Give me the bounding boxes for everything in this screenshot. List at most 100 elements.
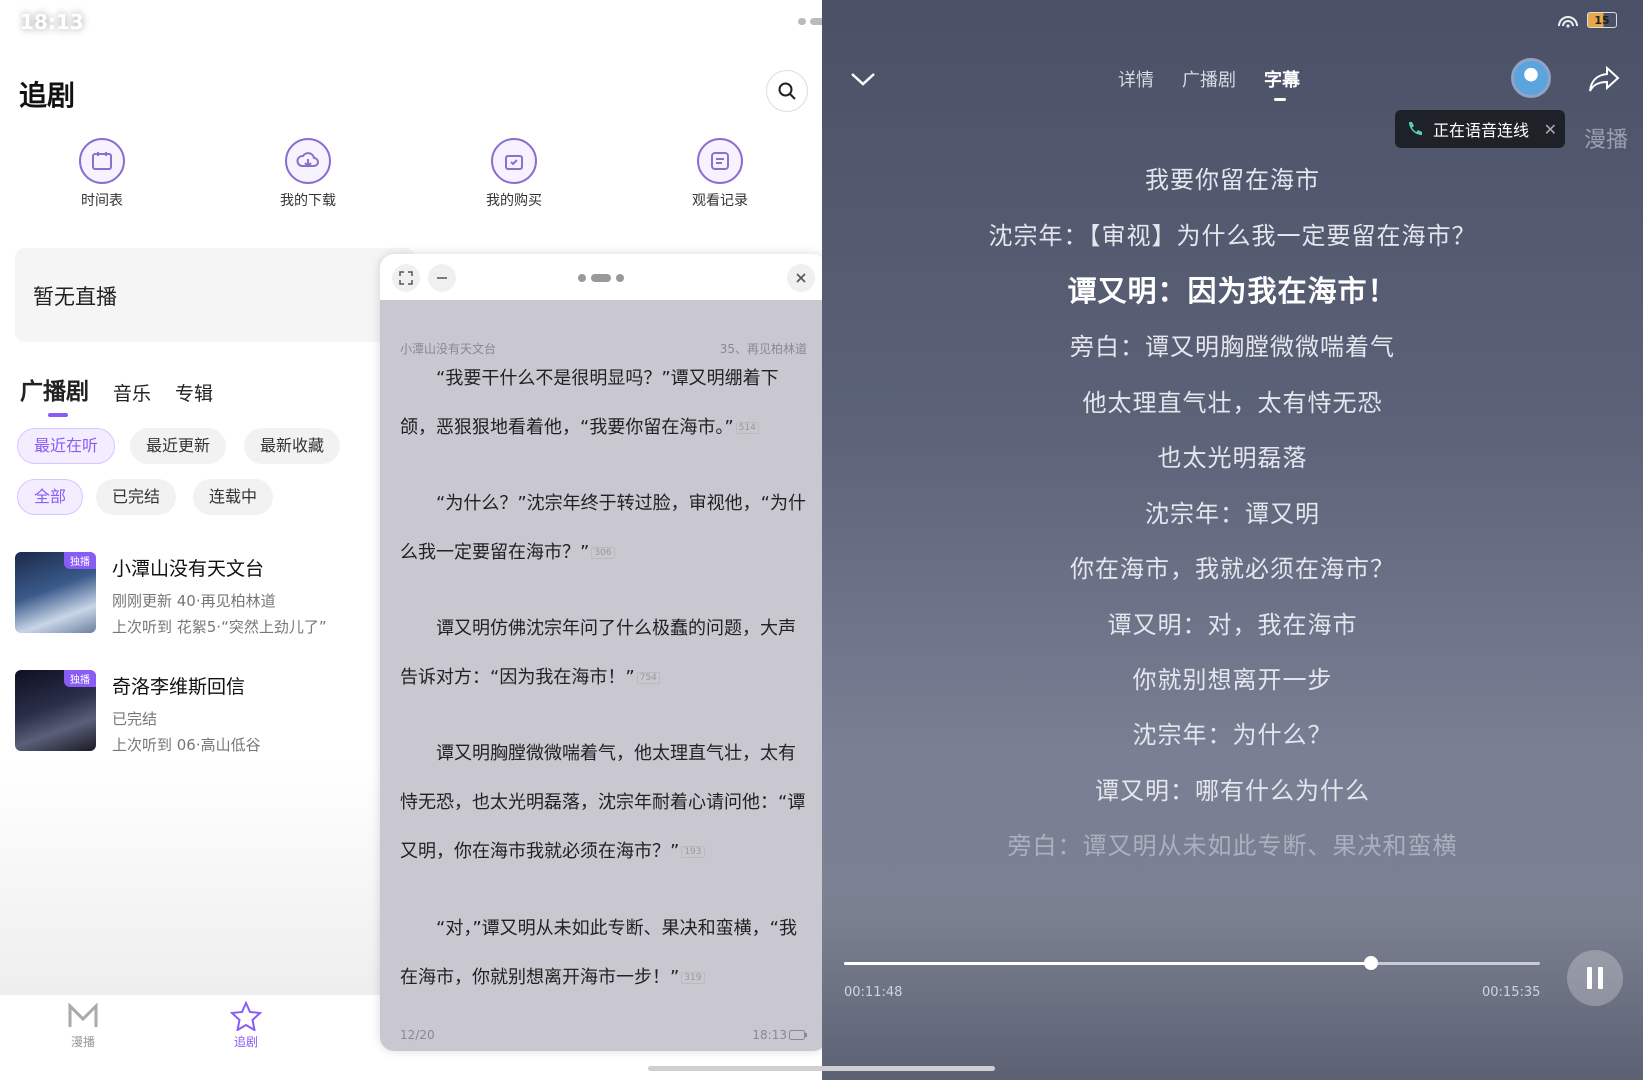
tab-radio-drama[interactable]: 广播剧 (20, 372, 89, 417)
battery-level: 15 (1587, 12, 1617, 28)
calendar-icon (79, 138, 125, 184)
page-title: 追剧 (19, 79, 76, 112)
comment-count[interactable]: 514 (735, 421, 759, 434)
lyric-line[interactable]: 你就别想离开一步 (822, 660, 1643, 695)
chip-recent-update[interactable]: 最近更新 (130, 428, 227, 464)
progress-fill (844, 962, 1371, 965)
tab-details[interactable]: 详情 (1118, 66, 1154, 92)
nav-label: 追剧 (233, 1035, 258, 1049)
shortcut-label: 观看记录 (692, 193, 748, 209)
chip-completed[interactable]: 已完结 (96, 479, 177, 515)
progress-handle[interactable] (1363, 956, 1378, 970)
item-subtitle: 已完结 (112, 710, 158, 728)
reader-paragraph[interactable]: “我要干什么不是很明显吗？”谭又明绷着下颌，恶狠狠地看着他，“我要你留在海市。”… (400, 354, 810, 453)
shortcut-history[interactable]: 观看记录 (660, 138, 780, 210)
lyric-line[interactable]: 沈宗年：谭又明 (822, 494, 1643, 529)
lyric-line[interactable]: 沈宗年：为什么？ (822, 715, 1643, 750)
nav-label: 漫播 (70, 1035, 95, 1049)
tab-music[interactable]: 音乐 (113, 379, 151, 406)
shortcut-label: 我的下载 (280, 193, 336, 209)
lyric-line-current[interactable]: 谭又明：因为我在海市！ (822, 268, 1643, 310)
window-drag-handle[interactable] (578, 274, 624, 282)
lyric-line[interactable]: 旁白：谭又明胸膛微微喘着气 (822, 327, 1643, 362)
battery-icon (789, 1030, 807, 1040)
chip-recent-listen[interactable]: 最近在听 (17, 428, 116, 464)
cover-image: 独播 (15, 552, 96, 633)
comment-count[interactable]: 319 (681, 971, 705, 984)
call-status-text: 正在语音连线 (1433, 121, 1530, 140)
floating-window-bar (380, 254, 827, 300)
voice-call-pill[interactable]: 正在语音连线 ✕ (1395, 110, 1565, 148)
item-title: 小潭山没有天文台 (112, 558, 265, 580)
list-item[interactable]: 独播 小潭山没有天文台 刚刚更新 40·再见柏林道 上次听到 花絮5·“突然上劲… (15, 552, 415, 636)
manbo-logo-icon (66, 1001, 100, 1031)
player-pane: 15 详情 广播剧 字幕 正在语音连线 ✕ 漫播 我要你留在海市 沈宗年：【审视… (822, 0, 1643, 1080)
chip-newest-favorite[interactable]: 最新收藏 (244, 428, 341, 464)
expand-icon (399, 271, 413, 285)
phone-icon (1409, 122, 1422, 135)
list-item[interactable]: 独播 奇洛李维斯回信 已完结 上次听到 06·高山低谷 (15, 670, 415, 754)
fullscreen-button[interactable] (392, 264, 420, 292)
history-icon (697, 138, 743, 184)
item-title: 奇洛李维斯回信 (112, 676, 246, 698)
chevron-down-icon[interactable] (846, 62, 880, 96)
time-total: 00:15:35 (1482, 985, 1541, 1000)
live-card[interactable]: 暂无直播 (15, 248, 415, 342)
player-tabs: 详情 广播剧 字幕 (1118, 66, 1300, 101)
nav-manbo[interactable]: 漫播 (53, 1001, 113, 1050)
lyric-line[interactable]: 我要你留在海市 (822, 160, 1643, 195)
lyric-line[interactable]: 旁白：谭又明从未如此专断、果决和蛮横 (822, 826, 1643, 861)
cover-image: 独播 (15, 670, 96, 751)
lyric-line[interactable]: 沈宗年：【审视】为什么我一定要留在海市？ (822, 216, 1643, 251)
close-button[interactable] (787, 264, 815, 292)
item-subtitle: 刚刚更新 40·再见柏林道 (112, 592, 276, 610)
download-icon (285, 138, 331, 184)
lyric-line[interactable]: 你在海市，我就必须在海市？ (822, 549, 1643, 584)
nav-follow[interactable]: 追剧 (216, 1001, 276, 1050)
shortcut-downloads[interactable]: 我的下载 (248, 138, 368, 210)
comment-count[interactable]: 306 (591, 546, 615, 559)
reader-paragraph[interactable]: “对，”谭又明从未如此专断、果决和蛮横，“我在海市，你就别想离开海市一步！” 31… (400, 904, 810, 1003)
close-icon (796, 273, 806, 283)
progress-bar[interactable] (844, 956, 1540, 970)
close-icon[interactable]: ✕ (1544, 120, 1557, 139)
page-indicator: 12/20 (400, 1028, 435, 1042)
lyric-line[interactable]: 谭又明：对，我在海市 (822, 605, 1643, 640)
comment-count[interactable]: 754 (636, 671, 660, 684)
exclusive-badge: 独播 (64, 552, 96, 569)
reader-clock: 18:13 (752, 1028, 787, 1042)
category-tabs: 广播剧 音乐 专辑 (20, 372, 213, 417)
minimize-button[interactable] (428, 264, 456, 292)
share-icon[interactable] (1587, 64, 1621, 94)
reader-paragraph[interactable]: 谭又明仿佛沈宗年问了什么极蠢的问题，大声告诉对方：“因为我在海市！” 754 (400, 604, 810, 703)
tab-subtitles[interactable]: 字幕 (1264, 66, 1300, 101)
reader-paragraph[interactable]: “为什么？”沈宗年终于转过脸，审视他，“为什么我一定要留在海市？” 306 (400, 479, 810, 578)
lyric-line[interactable]: 谭又明：哪有什么为什么 (822, 771, 1643, 806)
lyric-line[interactable]: 他太理直气壮，太有恃无恐 (822, 383, 1643, 418)
exclusive-badge: 独播 (64, 670, 96, 687)
shortcut-label: 时间表 (81, 193, 123, 209)
floating-reader-window: 小潭山没有天文台 35、再见柏林道 “我要干什么不是很明显吗？”谭又明绷着下颌，… (380, 254, 827, 1051)
time-current: 00:11:48 (844, 985, 903, 1000)
tab-radio-drama[interactable]: 广播剧 (1182, 66, 1236, 92)
tab-album[interactable]: 专辑 (175, 379, 213, 406)
shortcut-purchases[interactable]: 我的购买 (454, 138, 574, 210)
search-button[interactable] (766, 70, 808, 112)
shortcut-label: 我的购买 (486, 193, 542, 209)
avatar[interactable] (1511, 58, 1551, 98)
home-indicator[interactable] (648, 1066, 995, 1071)
reader-paragraph[interactable]: 谭又明胸膛微微喘着气，他太理直气壮，太有恃无恐，也太光明磊落，沈宗年耐着心请问他… (400, 729, 810, 877)
chip-ongoing[interactable]: 连载中 (193, 479, 274, 515)
minus-icon (437, 277, 447, 279)
shortcut-schedule[interactable]: 时间表 (42, 138, 162, 210)
pause-button[interactable] (1567, 950, 1623, 1006)
pause-icon (1587, 967, 1592, 989)
comment-count[interactable]: 193 (681, 845, 705, 858)
purchase-icon (491, 138, 537, 184)
item-last-played: 上次听到 06·高山低谷 (112, 736, 261, 754)
status-time: 18:13 (20, 10, 84, 34)
star-icon (229, 1001, 263, 1031)
chip-all[interactable]: 全部 (17, 479, 84, 515)
lyric-line[interactable]: 也太光明磊落 (822, 438, 1643, 473)
search-icon (778, 82, 796, 100)
